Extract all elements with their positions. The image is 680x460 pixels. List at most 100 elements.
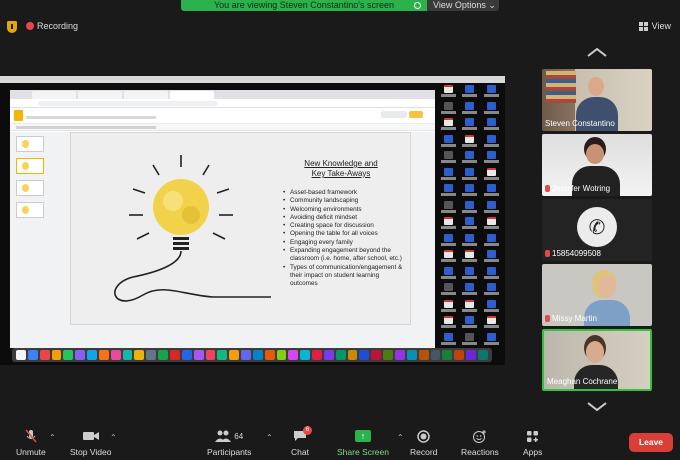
dock-app-icon	[193, 350, 204, 360]
desktop-file-icon	[460, 315, 479, 331]
dock-app-icon	[371, 350, 382, 360]
chevron-up-icon[interactable]	[586, 47, 608, 57]
slide-thumbnail	[16, 180, 44, 196]
address-bar	[10, 99, 435, 108]
dock-app-icon	[158, 350, 168, 360]
chevron-up-icon[interactable]: ⌃	[49, 433, 56, 442]
slide-bullet: Welcoming environments	[283, 206, 403, 215]
record-dot-icon	[26, 22, 34, 30]
slide-title-line: New Knowledge and	[304, 159, 378, 168]
dock-app-icon	[406, 350, 417, 360]
participant-tile[interactable]: ✆ 15854099508	[542, 199, 652, 261]
desktop-file-icon	[439, 332, 458, 348]
chevron-up-icon[interactable]: ⌃	[110, 433, 117, 442]
slide-bullet: Expanding engagement beyond the classroo…	[283, 247, 403, 264]
record-label: Record	[410, 447, 438, 457]
dock-app-icon	[347, 350, 358, 360]
security-shield-icon[interactable]	[7, 21, 17, 33]
desktop-file-icon	[439, 299, 458, 315]
dock-app-icon	[87, 350, 97, 360]
desktop-file-icon	[439, 249, 458, 265]
dock-app-icon	[323, 350, 334, 360]
dock-app-icon	[418, 350, 429, 360]
participant-tile[interactable]: Jennifer Wotring	[542, 134, 652, 196]
dock-app-icon	[359, 350, 370, 360]
slide-bullet: Opening the table for all voices	[283, 230, 403, 239]
reactions-button[interactable]: Reactions	[461, 429, 499, 457]
share-screen-button[interactable]: ↑ Share Screen	[337, 429, 389, 457]
slide-thumbnail	[16, 136, 44, 152]
browser-tab	[32, 91, 76, 99]
participant-tile[interactable]: Missy Martin	[542, 264, 652, 326]
desktop-file-icon	[460, 134, 479, 150]
slides-canvas: New Knowledge and Key Take-Aways Asset-b…	[10, 132, 435, 348]
desktop-file-icon	[482, 200, 501, 216]
apps-label: Apps	[523, 447, 543, 457]
share-doc-button	[409, 111, 423, 118]
desktop-file-icon	[482, 266, 501, 282]
participant-tile[interactable]: Steven Constantino	[542, 69, 652, 131]
dock-app-icon	[181, 350, 192, 360]
participants-label: Participants	[207, 447, 252, 457]
record-button[interactable]: Record	[410, 429, 437, 457]
desktop-file-icon	[439, 233, 458, 249]
desktop-file-icon	[439, 216, 458, 232]
slides-logo-icon	[14, 110, 23, 121]
unmute-button[interactable]: Unmute	[16, 429, 46, 457]
desktop-file-icon	[460, 282, 479, 298]
desktop-files	[437, 82, 503, 347]
desktop-file-icon	[439, 200, 458, 216]
view-button[interactable]: View	[638, 21, 671, 31]
record-icon	[417, 429, 430, 443]
lightbulb-illustration	[114, 155, 271, 302]
desktop-file-icon	[460, 200, 479, 216]
current-slide: New Knowledge and Key Take-Aways Asset-b…	[70, 132, 411, 325]
dock-app-icon	[205, 350, 216, 360]
desktop-file-icon	[460, 183, 479, 199]
participant-name: Jennifer Wotring	[545, 184, 610, 193]
mic-muted-icon	[545, 250, 550, 257]
dock-app-icon	[169, 350, 180, 360]
desktop-file-icon	[460, 150, 479, 166]
slide-bullet: Types of communication/engagement & thei…	[283, 264, 403, 289]
mic-muted-icon	[545, 185, 550, 192]
slide-bullet: Asset-based framework	[283, 189, 403, 198]
participant-name: Meaghan Cochrane	[547, 377, 618, 386]
apps-button[interactable]: Apps	[523, 429, 542, 457]
view-options-button[interactable]: View Options ⌄	[427, 0, 499, 11]
dock-app-icon	[27, 350, 38, 360]
leave-button[interactable]: Leave	[629, 433, 673, 452]
viewing-message: You are viewing Steven Constantino's scr…	[181, 0, 427, 11]
recording-indicator[interactable]: Recording	[26, 21, 78, 31]
dock-app-icon	[134, 350, 145, 360]
chevron-down-icon[interactable]	[586, 402, 608, 412]
slide-thumbnail	[16, 202, 44, 218]
dock-app-icon	[39, 350, 50, 360]
screen-share-banner: You are viewing Steven Constantino's scr…	[181, 0, 499, 11]
desktop-file-icon	[482, 183, 501, 199]
chevron-up-icon[interactable]: ⌃	[397, 433, 404, 442]
dock-app-icon	[122, 350, 133, 360]
slide-bullet: Avoiding deficit mindset	[283, 214, 403, 223]
desktop-file-icon	[482, 332, 501, 348]
desktop-file-icon	[439, 84, 458, 100]
desktop-file-icon	[460, 216, 479, 232]
dock-app-icon	[395, 350, 405, 360]
dock-app-icon	[252, 350, 263, 360]
desktop-file-icon	[482, 233, 501, 249]
slides-menu-bar	[26, 116, 156, 119]
chevron-up-icon[interactable]: ⌃	[266, 433, 273, 442]
desktop-file-icon	[460, 84, 479, 100]
view-label: View	[651, 21, 671, 31]
dock-app-icon	[300, 350, 311, 360]
dock-app-icon	[454, 350, 465, 360]
dock-app-icon	[335, 350, 346, 360]
video-camera-icon	[82, 429, 100, 443]
participants-button[interactable]: 64 Participants	[207, 429, 251, 457]
slide-title: New Knowledge and Key Take-Aways	[281, 159, 401, 179]
participant-tile-active[interactable]: Meaghan Cochrane	[542, 329, 652, 391]
desktop-file-icon	[460, 332, 479, 348]
stop-video-button[interactable]: Stop Video	[70, 429, 111, 457]
view-options-label: View Options	[433, 0, 486, 10]
desktop-file-icon	[482, 315, 501, 331]
